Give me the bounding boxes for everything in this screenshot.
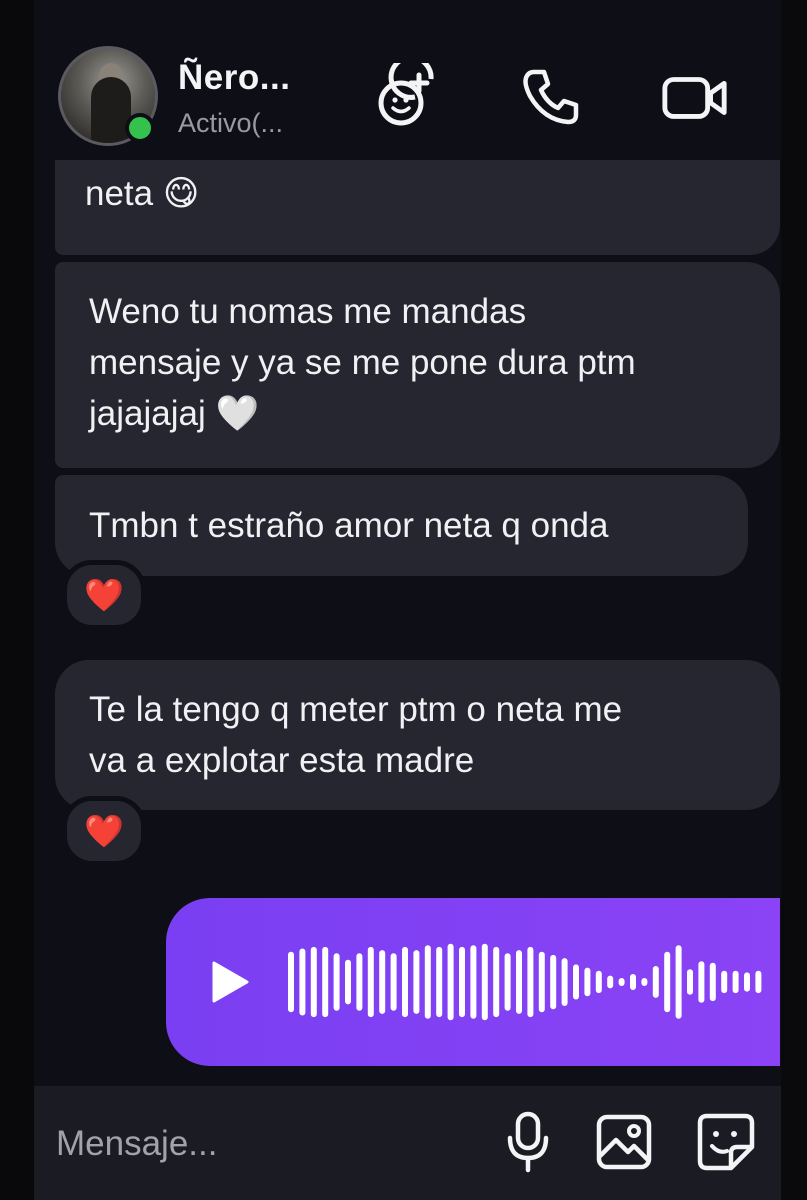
message-composer: Mensaje... — [34, 1086, 781, 1200]
message-bubble[interactable]: Te la tengo q meter ptm o neta me va a e… — [55, 660, 780, 810]
message-text: Tmbn t estraño amor neta q onda — [89, 506, 609, 545]
waveform-bar — [641, 978, 648, 986]
voice-message[interactable] — [166, 898, 780, 1066]
waveform-bar — [709, 962, 716, 1002]
microphone-icon[interactable] — [494, 1106, 562, 1178]
waveform-bar — [744, 972, 750, 992]
waveform-bar — [630, 974, 636, 990]
contact-status: Activo(... — [178, 108, 284, 138]
waveform-bar — [527, 946, 534, 1018]
group-add-icon[interactable] — [374, 62, 444, 132]
message-bubble[interactable]: Weno tu nomas me mandas mensaje y ya se … — [55, 262, 780, 468]
phone-icon[interactable] — [516, 62, 586, 132]
waveform-bar — [356, 953, 363, 1011]
contact-name[interactable]: Ñero... — [178, 58, 290, 98]
heart-icon: ❤️ — [84, 577, 124, 613]
online-indicator — [125, 113, 155, 143]
waveform-bar — [333, 953, 340, 1011]
message-text-line: jajajajaj 🤍 — [89, 394, 260, 433]
message-input[interactable]: Mensaje... — [56, 1124, 217, 1164]
waveform-bar — [436, 946, 443, 1018]
waveform-bar — [424, 945, 431, 1019]
message-bubble[interactable]: Tmbn t estraño amor neta q onda — [55, 475, 748, 576]
waveform-bar — [459, 946, 465, 1018]
waveform-bar — [299, 948, 306, 1016]
message-bubble[interactable]: neta 😋 — [55, 160, 780, 255]
waveform-bar — [390, 953, 397, 1011]
message-text-line: mensaje y ya se me pone dura ptm — [89, 343, 636, 382]
waveform-bar — [584, 967, 591, 997]
heart-reaction[interactable]: ❤️ — [62, 560, 146, 630]
waveform-bar — [732, 970, 739, 994]
image-icon[interactable] — [590, 1106, 658, 1178]
chat-screen: Ñero... Activo(... neta 😋 Weno tu nomas … — [0, 0, 807, 1200]
waveform-bar — [664, 951, 671, 1013]
waveform-bar — [561, 958, 568, 1006]
waveform-bar — [618, 978, 625, 986]
waveform-bar — [481, 943, 488, 1021]
sticker-icon[interactable] — [692, 1106, 760, 1178]
waveform-bar — [322, 946, 329, 1018]
video-icon[interactable] — [660, 62, 730, 132]
heart-icon: ❤️ — [84, 813, 124, 849]
waveform-bar — [607, 975, 614, 989]
message-text-line: va a explotar esta madre — [89, 741, 475, 780]
waveform-bar — [379, 950, 386, 1014]
waveform-bar — [595, 970, 602, 994]
waveform-bar — [288, 951, 294, 1013]
left-edge — [0, 0, 34, 1200]
waveform-bar — [367, 946, 374, 1018]
message-text: neta 😋 — [85, 174, 200, 213]
play-icon[interactable] — [210, 960, 250, 1009]
waveform-bar — [675, 945, 682, 1019]
waveform-bar — [573, 964, 579, 1000]
waveform-bar — [504, 953, 511, 1011]
right-edge — [781, 0, 807, 1200]
waveform[interactable] — [288, 898, 768, 1066]
waveform-bar — [402, 946, 408, 1018]
waveform-bar — [413, 950, 420, 1014]
waveform-bar — [516, 950, 522, 1014]
avatar-figure — [91, 77, 131, 143]
message-text-line: Weno tu nomas me mandas — [89, 292, 527, 331]
waveform-bar — [538, 951, 545, 1013]
waveform-bar — [447, 943, 454, 1021]
waveform-bar — [470, 945, 477, 1019]
waveform-bar — [345, 959, 351, 1005]
waveform-bar — [550, 954, 557, 1010]
heart-reaction[interactable]: ❤️ — [62, 796, 146, 866]
waveform-bar — [493, 946, 500, 1018]
waveform-bar — [687, 969, 693, 995]
waveform-bar — [652, 966, 659, 998]
waveform-bar — [755, 970, 762, 994]
waveform-bar — [310, 946, 317, 1018]
message-text-line: Te la tengo q meter ptm o neta me — [89, 690, 623, 729]
waveform-bar — [721, 970, 728, 994]
waveform-bar — [698, 961, 705, 1003]
